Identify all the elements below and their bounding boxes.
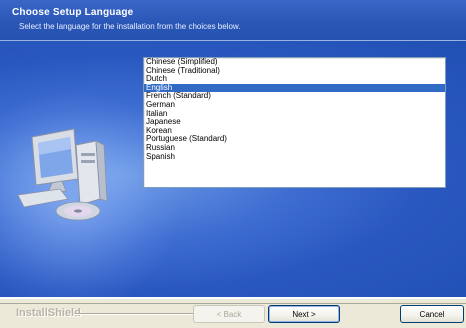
footer-divider [0,303,466,304]
language-listbox[interactable]: Chinese (Simplified) Chinese (Traditiona… [143,57,446,188]
main-panel: Chinese (Simplified) Chinese (Traditiona… [0,41,466,297]
installshield-logo: InstallShield [16,307,81,319]
page-title: Choose Setup Language [12,7,134,18]
computer-with-cd-icon [17,128,108,221]
page-subtitle: Select the language for the installation… [19,22,241,31]
setup-window: Choose Setup Language Select the languag… [0,0,466,328]
header-banner: Choose Setup Language Select the languag… [0,0,466,41]
language-option[interactable]: French (Standard) [144,92,445,101]
cancel-button[interactable]: Cancel [400,305,464,323]
language-option[interactable]: German [144,101,445,110]
brand-etched-line [75,313,210,315]
next-button[interactable]: Next > [268,305,340,323]
language-option[interactable]: Japanese [144,118,445,127]
language-option[interactable]: Portuguese (Standard) [144,135,445,144]
language-option[interactable]: Chinese (Simplified) [144,58,445,67]
language-option[interactable]: Chinese (Traditional) [144,67,445,76]
language-option[interactable]: Italian [144,110,445,119]
language-option[interactable]: Spanish [144,153,445,162]
language-option[interactable]: Dutch [144,75,445,84]
language-option[interactable]: Russian [144,144,445,153]
language-option[interactable]: Korean [144,127,445,136]
back-button[interactable]: < Back [193,305,265,323]
language-option-selected[interactable]: English [144,83,445,93]
